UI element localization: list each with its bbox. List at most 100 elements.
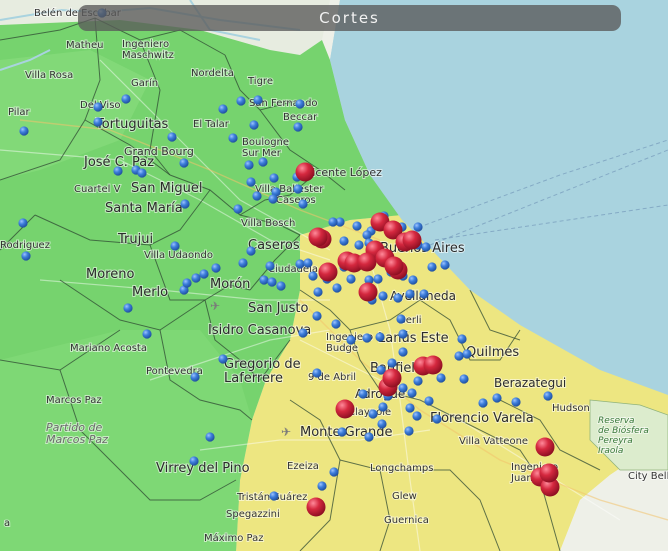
blue-marker[interactable]	[205, 432, 215, 442]
blue-marker[interactable]	[167, 132, 177, 142]
blue-marker[interactable]	[405, 289, 415, 299]
blue-marker[interactable]	[190, 372, 200, 382]
blue-marker[interactable]	[93, 102, 103, 112]
blue-marker[interactable]	[329, 467, 339, 477]
blue-marker[interactable]	[358, 389, 368, 399]
blue-marker[interactable]	[265, 261, 275, 271]
blue-marker[interactable]	[412, 411, 422, 421]
blue-marker[interactable]	[454, 351, 464, 361]
blue-marker[interactable]	[373, 274, 383, 284]
blue-marker[interactable]	[244, 160, 254, 170]
blue-marker[interactable]	[269, 173, 279, 183]
blue-marker[interactable]	[346, 274, 356, 284]
blue-marker[interactable]	[375, 332, 385, 342]
blue-marker[interactable]	[378, 291, 388, 301]
blue-marker[interactable]	[191, 273, 201, 283]
blue-marker[interactable]	[246, 246, 256, 256]
blue-marker[interactable]	[312, 311, 322, 321]
red-marker[interactable]	[402, 230, 422, 250]
blue-marker[interactable]	[421, 242, 431, 252]
blue-marker[interactable]	[252, 191, 262, 201]
blue-marker[interactable]	[478, 398, 488, 408]
blue-marker[interactable]	[405, 403, 415, 413]
blue-marker[interactable]	[170, 241, 180, 251]
blue-marker[interactable]	[123, 303, 133, 313]
red-marker[interactable]	[308, 227, 328, 247]
blue-marker[interactable]	[354, 240, 364, 250]
red-marker[interactable]	[358, 282, 378, 302]
red-marker[interactable]	[423, 355, 443, 375]
blue-marker[interactable]	[328, 217, 338, 227]
red-marker[interactable]	[384, 256, 404, 276]
blue-marker[interactable]	[21, 251, 31, 261]
blue-marker[interactable]	[432, 414, 442, 424]
blue-marker[interactable]	[313, 287, 323, 297]
blue-marker[interactable]	[180, 199, 190, 209]
blue-marker[interactable]	[368, 409, 378, 419]
blue-marker[interactable]	[312, 368, 322, 378]
blue-marker[interactable]	[362, 230, 372, 240]
red-marker[interactable]	[382, 368, 402, 388]
blue-marker[interactable]	[293, 184, 303, 194]
blue-marker[interactable]	[427, 262, 437, 272]
blue-marker[interactable]	[378, 402, 388, 412]
blue-marker[interactable]	[142, 329, 152, 339]
blue-marker[interactable]	[298, 328, 308, 338]
blue-marker[interactable]	[352, 221, 362, 231]
blue-marker[interactable]	[137, 168, 147, 178]
red-marker[interactable]	[539, 463, 559, 483]
blue-marker[interactable]	[407, 388, 417, 398]
blue-marker[interactable]	[268, 194, 278, 204]
blue-marker[interactable]	[211, 263, 221, 273]
blue-marker[interactable]	[295, 99, 305, 109]
blue-marker[interactable]	[308, 271, 318, 281]
blue-marker[interactable]	[293, 122, 303, 132]
blue-marker[interactable]	[413, 222, 423, 232]
blue-marker[interactable]	[182, 278, 192, 288]
blue-marker[interactable]	[387, 358, 397, 368]
blue-marker[interactable]	[303, 258, 313, 268]
blue-marker[interactable]	[218, 104, 228, 114]
blue-marker[interactable]	[457, 334, 467, 344]
red-marker[interactable]	[306, 497, 326, 517]
blue-marker[interactable]	[436, 373, 446, 383]
blue-marker[interactable]	[492, 393, 502, 403]
blue-marker[interactable]	[228, 133, 238, 143]
blue-marker[interactable]	[199, 269, 209, 279]
red-marker[interactable]	[335, 399, 355, 419]
blue-marker[interactable]	[364, 432, 374, 442]
blue-marker[interactable]	[236, 96, 246, 106]
red-marker[interactable]	[535, 437, 555, 457]
blue-marker[interactable]	[462, 349, 472, 359]
blue-marker[interactable]	[19, 126, 29, 136]
blue-marker[interactable]	[398, 383, 408, 393]
blue-marker[interactable]	[419, 289, 429, 299]
blue-marker[interactable]	[121, 94, 131, 104]
blue-marker[interactable]	[249, 120, 259, 130]
blue-marker[interactable]	[317, 481, 327, 491]
blue-marker[interactable]	[332, 283, 342, 293]
blue-marker[interactable]	[346, 335, 356, 345]
red-marker[interactable]	[318, 262, 338, 282]
blue-marker[interactable]	[276, 281, 286, 291]
blue-marker[interactable]	[233, 204, 243, 214]
map-canvas[interactable]: ✈ ✈ Belén de EscobarMatheuIngenieroMasch…	[0, 0, 668, 551]
blue-marker[interactable]	[179, 158, 189, 168]
blue-marker[interactable]	[398, 329, 408, 339]
blue-marker[interactable]	[189, 456, 199, 466]
blue-marker[interactable]	[408, 275, 418, 285]
blue-marker[interactable]	[459, 374, 469, 384]
blue-marker[interactable]	[404, 426, 414, 436]
blue-marker[interactable]	[362, 333, 372, 343]
blue-marker[interactable]	[93, 117, 103, 127]
blue-marker[interactable]	[331, 319, 341, 329]
red-marker[interactable]	[295, 162, 315, 182]
blue-marker[interactable]	[511, 397, 521, 407]
blue-marker[interactable]	[246, 177, 256, 187]
blue-marker[interactable]	[398, 347, 408, 357]
blue-marker[interactable]	[413, 376, 423, 386]
blue-marker[interactable]	[18, 218, 28, 228]
blue-marker[interactable]	[259, 275, 269, 285]
blue-marker[interactable]	[269, 491, 279, 501]
blue-marker[interactable]	[298, 199, 308, 209]
